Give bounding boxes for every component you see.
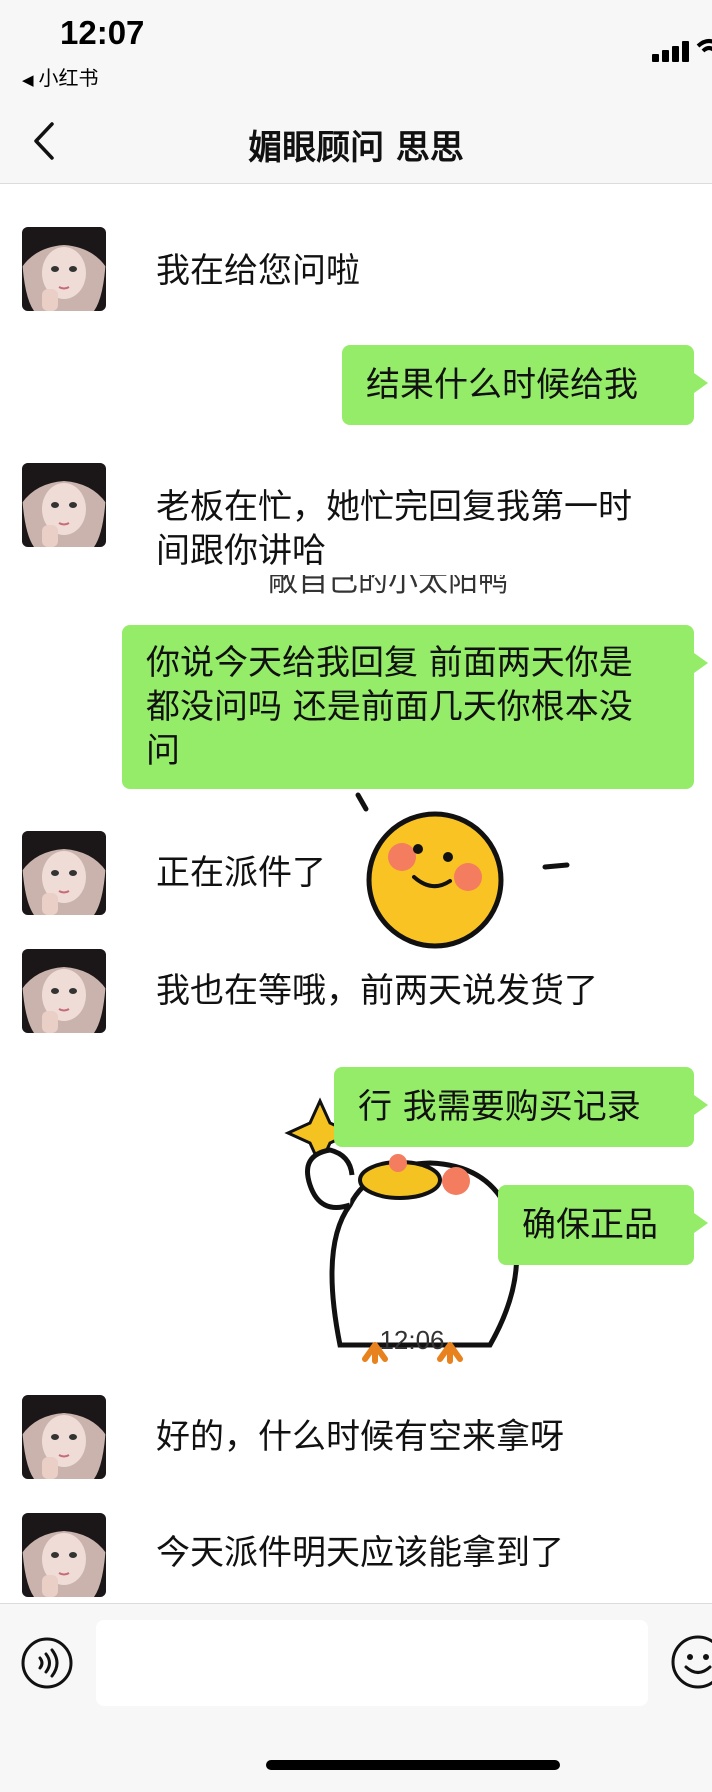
chat-title: 媚眼顾问 思思	[248, 128, 464, 168]
back-to-app-link[interactable]: ◀ 小红书	[22, 62, 99, 91]
wifi-icon	[696, 39, 712, 53]
message-line: 间跟你讲哈	[156, 531, 326, 571]
signal-icon	[652, 40, 702, 62]
sent-message-bubble[interactable]: 确保正品	[498, 1185, 708, 1265]
message-text: 结果什么时候给我	[366, 365, 638, 405]
message-line: 问	[146, 731, 180, 771]
status-bar: 12:07 ◀ 小红书	[0, 0, 712, 100]
contact-avatar[interactable]	[22, 1395, 106, 1479]
contact-avatar[interactable]	[22, 463, 106, 547]
back-triangle-icon: ◀	[22, 71, 34, 89]
contact-avatar[interactable]	[22, 1513, 106, 1597]
chat-area[interactable]: 敞自己的小太阳鸭 我在给您问啦 结果什么时候给我 老板在忙，她忙完回复我第一时 …	[0, 185, 712, 1603]
message-line: 都没问吗 还是前面几天你根本没	[146, 687, 633, 727]
message-text: 行 我需要购买记录	[358, 1087, 641, 1127]
contact-avatar[interactable]	[22, 831, 106, 915]
message-line: 你说今天给我回复 前面两天你是	[146, 643, 633, 683]
message-text: 确保正品	[522, 1205, 658, 1245]
chat-header: 媚眼顾问 思思	[0, 100, 712, 184]
sent-message-bubble[interactable]: 结果什么时候给我	[342, 345, 708, 425]
status-time: 12:07	[60, 14, 145, 51]
background-sticker-text: 敞自己的小太阳鸭	[268, 575, 508, 599]
message-text: 正在派件了	[156, 853, 326, 893]
back-app-label: 小红书	[38, 66, 99, 90]
message-timestamp: 12:06	[379, 1325, 445, 1355]
emoji-icon[interactable]	[670, 1634, 712, 1690]
voice-icon[interactable]	[20, 1636, 74, 1690]
sent-message-bubble[interactable]: 你说今天给我回复 前面两天你是 都没问吗 还是前面几天你根本没 问	[122, 625, 708, 789]
contact-avatar[interactable]	[22, 949, 106, 1033]
message-text: 我也在等哦，前两天说发货了	[156, 971, 598, 1011]
message-input[interactable]	[96, 1620, 648, 1706]
sent-message-bubble[interactable]: 行 我需要购买记录	[334, 1067, 708, 1147]
message-line: 老板在忙，她忙完回复我第一时	[156, 487, 632, 527]
message-text: 好的，什么时候有空来拿呀	[156, 1417, 564, 1457]
home-indicator[interactable]	[266, 1760, 560, 1770]
message-text: 老板在忙，她忙完回复我第一时 间跟你讲哈	[156, 485, 632, 573]
message-text: 今天派件明天应该能拿到了	[156, 1533, 564, 1573]
contact-avatar[interactable]	[22, 227, 106, 311]
message-text: 我在给您问啦	[156, 251, 360, 291]
sun-sticker-image	[355, 792, 570, 949]
